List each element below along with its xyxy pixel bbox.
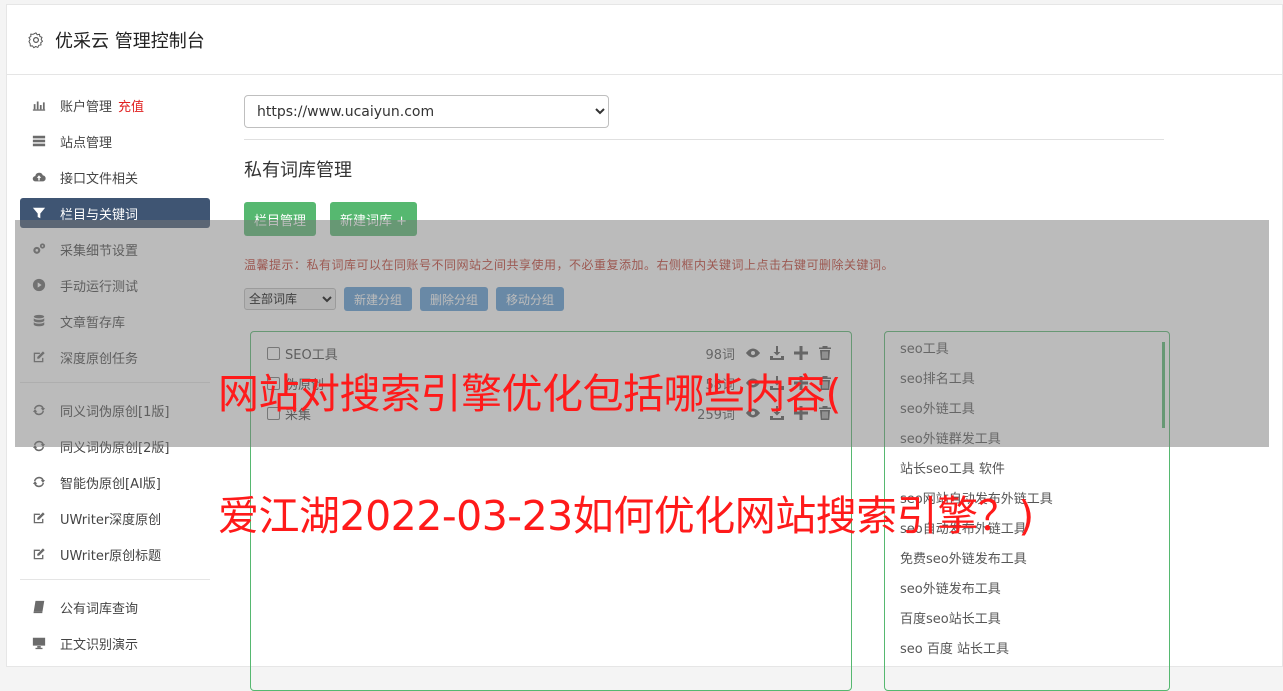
keyword-item[interactable]: 站长seo工具 软件 [885, 452, 1169, 482]
sidebar-item-label: 公有词库查询 [60, 601, 139, 617]
section-title: 私有词库管理 [244, 160, 352, 181]
keyword-item[interactable]: 免费seo外链发布工具 [885, 542, 1169, 572]
edit-icon [33, 512, 45, 524]
page-title: 优采云 管理控制台 [55, 30, 205, 52]
sidebar-item-public-dict[interactable]: 公有词库查询 [20, 592, 210, 622]
gear-icon [28, 31, 44, 48]
overlay-title-line2: 爱江湖2022-03-23如何优化网站搜索引擎？) [218, 492, 1034, 540]
sidebar-item-sites[interactable]: 站点管理 [20, 126, 210, 156]
sidebar-item-uwriter-deep[interactable]: UWriter深度原创 [20, 503, 210, 533]
sidebar-item-label: 账户管理 [60, 99, 113, 115]
sidebar-item-label: UWriter原创标题 [60, 548, 162, 564]
sidebar-item-label: 站点管理 [60, 135, 113, 151]
sidebar-item-ai-original[interactable]: 智能伪原创[AI版] [20, 467, 210, 497]
bar-chart-icon [32, 101, 46, 111]
sidebar-item-interface-files[interactable]: 接口文件相关 [20, 162, 210, 192]
sidebar-divider [20, 579, 210, 580]
divider [244, 139, 1164, 140]
sidebar-item-label: 接口文件相关 [60, 171, 139, 187]
sidebar-item-label: 正文识别演示 [60, 637, 139, 653]
sidebar-item-account[interactable]: 账户管理 充值 [20, 90, 210, 120]
edit-icon [33, 548, 45, 560]
keyword-item[interactable]: seo 百度 站长工具 [885, 632, 1169, 662]
book-icon [33, 600, 45, 614]
keyword-item[interactable]: seo外链发布工具 [885, 572, 1169, 602]
overlay-title-line1: 网站对搜索引擎优化包括哪些内容( [218, 370, 842, 418]
header: 优采云 管理控制台 [7, 5, 1282, 75]
site-select[interactable]: https://www.ucaiyun.com [244, 95, 609, 128]
cloud-upload-icon [32, 172, 46, 182]
server-icon [32, 135, 46, 147]
monitor-icon [32, 637, 46, 650]
sidebar-item-label: UWriter深度原创 [60, 512, 162, 528]
refresh-icon [32, 476, 46, 488]
keyword-item[interactable]: 百度seo站长工具 [885, 602, 1169, 632]
filter-icon [32, 207, 46, 219]
recharge-link[interactable]: 充值 [118, 96, 144, 115]
sidebar-item-text-recognition[interactable]: 正文识别演示 [20, 628, 210, 658]
sidebar-item-label: 智能伪原创[AI版] [60, 476, 161, 492]
sidebar-item-uwriter-title[interactable]: UWriter原创标题 [20, 539, 210, 569]
